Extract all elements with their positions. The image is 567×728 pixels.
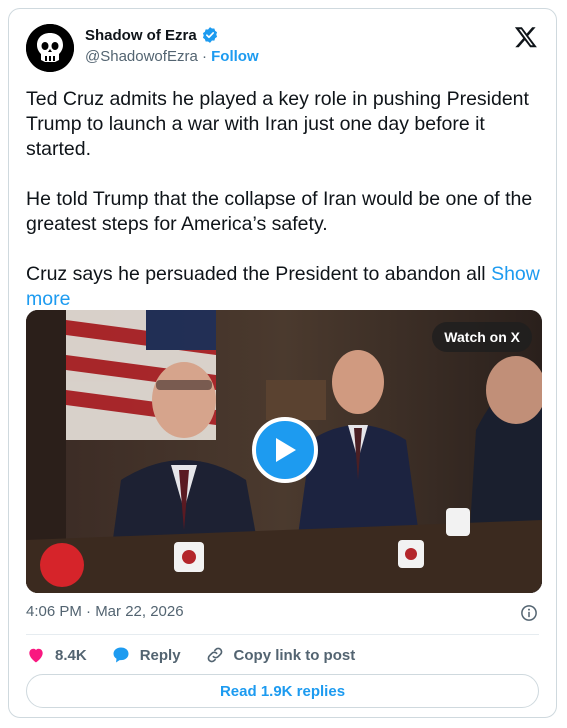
video-player[interactable]: Watch on X (26, 310, 542, 593)
handle-row: @ShadowofEzra · Follow (85, 48, 259, 65)
tweet-text: Ted Cruz admits he played a key role in … (26, 87, 541, 312)
avatar[interactable] (26, 24, 74, 72)
timestamp[interactable]: 4:06 PM · Mar 22, 2026 (26, 603, 184, 620)
author-name-row: Shadow of Ezra (85, 26, 219, 44)
reply-label: Reply (139, 646, 181, 664)
action-bar: 8.4K Reply Copy link to post (26, 643, 379, 667)
heart-icon (29, 648, 43, 663)
tweet-card: Shadow of Ezra @ShadowofEzra · Follow Te… (8, 8, 557, 718)
author-name[interactable]: Shadow of Ezra (85, 27, 197, 44)
follow-button[interactable]: Follow (211, 48, 259, 65)
separator-dot: · (201, 48, 207, 65)
x-logo-icon[interactable] (514, 25, 538, 49)
tweet-paragraph: Ted Cruz admits he played a key role in … (26, 88, 529, 160)
like-count: 8.4K (55, 646, 87, 664)
author-handle[interactable]: @ShadowofEzra (85, 48, 198, 65)
play-icon (276, 438, 296, 462)
play-button[interactable] (252, 417, 318, 483)
verified-badge-icon (202, 27, 217, 43)
copy-link-label: Copy link to post (233, 646, 356, 664)
divider (26, 634, 539, 635)
read-replies-button[interactable]: Read 1.9K replies (26, 674, 539, 708)
like-button[interactable]: 8.4K (26, 645, 87, 665)
copy-link-button[interactable]: Copy link to post (205, 645, 356, 665)
info-icon[interactable] (520, 604, 538, 622)
reply-button[interactable]: Reply (111, 645, 181, 665)
tweet-paragraph: He told Trump that the collapse of Iran … (26, 188, 533, 235)
tweet-paragraph-last-text: Cruz says he persuaded the President to … (26, 263, 486, 285)
reply-bubble-icon (113, 647, 129, 663)
skull-logo-icon (26, 24, 74, 72)
watch-on-x-button[interactable]: Watch on X (432, 322, 532, 352)
tweet-paragraph-last: Cruz says he persuaded the President to … (26, 262, 541, 312)
link-icon (207, 647, 222, 663)
